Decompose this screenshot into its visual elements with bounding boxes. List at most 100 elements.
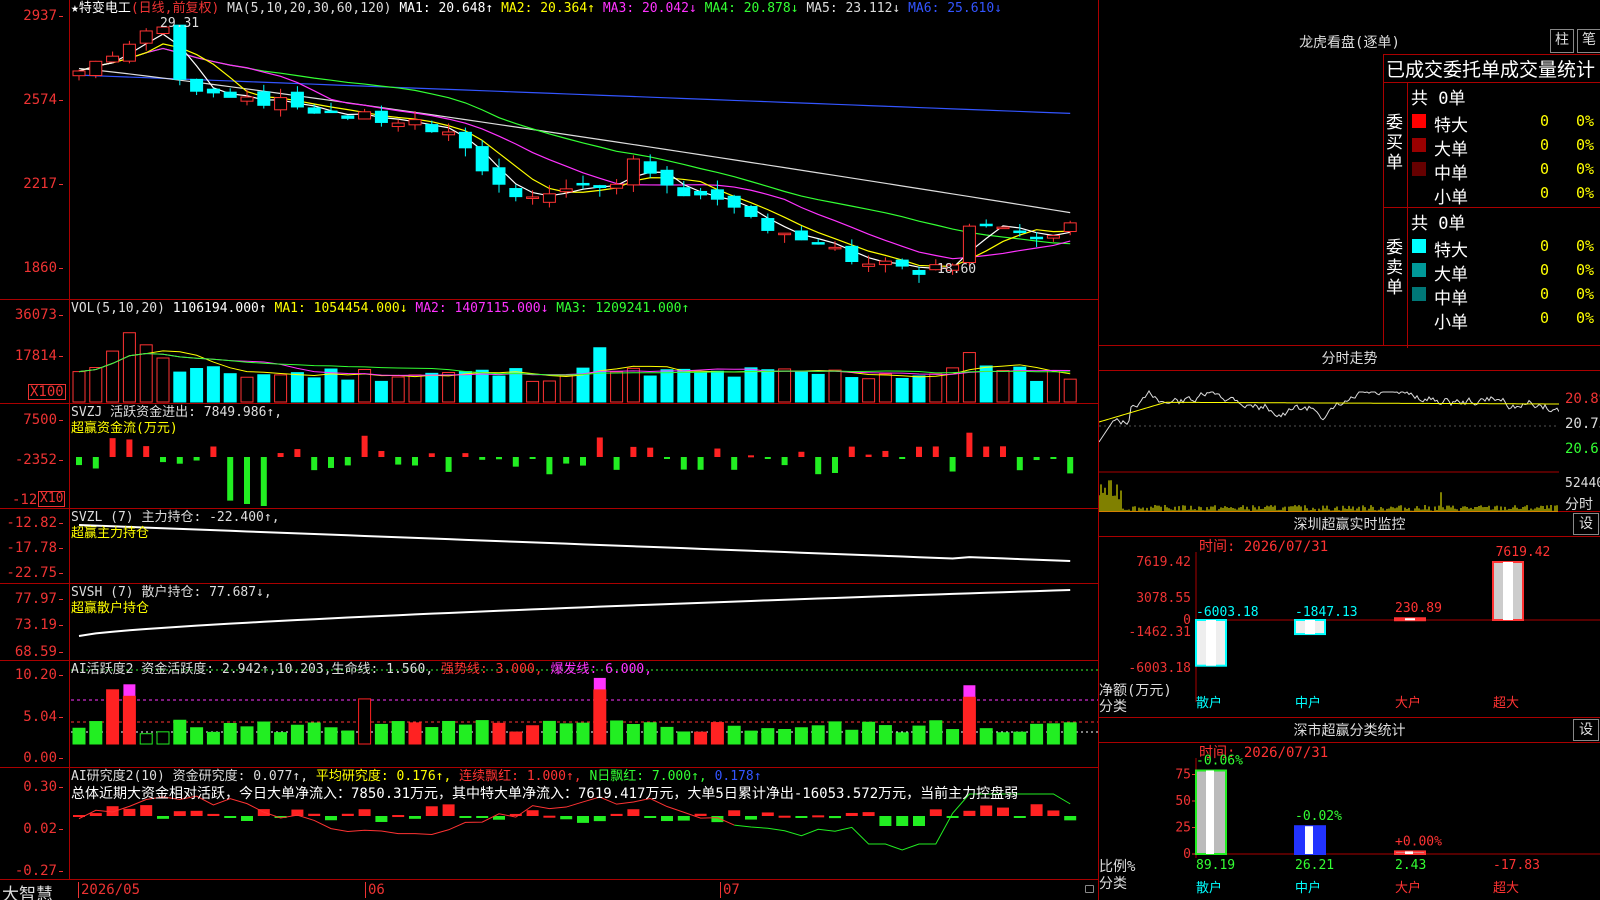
volume-pane[interactable]: 36073 17814 X100 VOL(5,10,20) 1106194.00…	[0, 300, 1098, 404]
brand-label[interactable]: 大智慧	[2, 880, 53, 900]
longhu-row-count: 0	[1540, 184, 1550, 202]
longhu-row-count: 0	[1540, 136, 1550, 154]
stock-name[interactable]: ★特变电工	[71, 1, 131, 16]
net-value-label: 230.89	[1395, 601, 1442, 616]
flow-bar	[361, 435, 368, 457]
bar-mode-button[interactable]: 柱	[1550, 29, 1574, 53]
ai-research-tick: 0.02	[23, 822, 63, 836]
ma4-value: MA4: 20.878↓	[704, 1, 799, 16]
ai-research-pane[interactable]: 0.30 0.02 -0.27 AI研究度2(10) 资金研究度: 0.077↑…	[0, 768, 1098, 880]
activity-bar	[458, 724, 472, 745]
net-bar-highlight	[1503, 562, 1513, 620]
flow-bar	[680, 457, 687, 470]
volume-bar	[223, 373, 237, 403]
activity-bar	[895, 732, 909, 745]
ai-research-plot[interactable]	[71, 768, 1098, 879]
volume-bar	[173, 371, 187, 403]
volume-bar	[694, 371, 708, 403]
tick-mode-button[interactable]: 笔	[1577, 29, 1600, 53]
activity-bar	[509, 731, 523, 745]
intraday-chart	[1099, 390, 1559, 512]
activity-bar	[274, 732, 288, 745]
volume-bar	[106, 350, 120, 403]
axis-tick: -1462.31	[1128, 625, 1191, 640]
sz-monitor-panel[interactable]: 深圳超赢实时监控 设 时间: 2026/07/31 7619.42 3078.55…	[1099, 512, 1600, 718]
research-bar	[442, 804, 455, 816]
volume-bar	[206, 366, 220, 403]
longhu-row-pct: 0%	[1576, 285, 1595, 303]
intraday-panel[interactable]: 分时走势 20.89 20.75 20.61 52440 分时	[1099, 346, 1600, 513]
net-bar-highlight	[1405, 618, 1415, 621]
volume-bar	[710, 370, 724, 403]
kline-pane[interactable]: 2937 2574 2217 1860 ★特变电工(日线,前复权) MA(5,1…	[0, 0, 1098, 300]
longhu-row-count: 0	[1540, 261, 1550, 279]
activity-bar	[962, 696, 976, 745]
candle-body	[307, 107, 321, 114]
volume-bar	[1046, 370, 1060, 403]
volume-ma1: MA1: 1054454.000↓	[274, 301, 408, 316]
flow-bar	[613, 457, 620, 470]
axis-tick: 75	[1175, 768, 1191, 783]
svzl-pane[interactable]: -12.82 -17.78 -22.75 SVZL (7) 主力持仓: -22.…	[0, 509, 1098, 584]
candle-body	[240, 96, 254, 102]
svzj-pane[interactable]: 7500 -2352 -12 X10 SVZJ 活跃资金进出: 7849.986…	[0, 404, 1098, 509]
class-change-label: -0.06%	[1196, 754, 1243, 769]
ai-activity-header: AI活跃度2 资金活跃度: 2.942↑,10.203,生命线: 1.560, …	[71, 662, 652, 677]
ai-research-header: AI研究度2(10) 资金研究度: 0.077↑, 平均研究度: 0.176↑,…	[71, 769, 762, 784]
research-bar	[845, 812, 858, 816]
candle-body	[106, 55, 120, 63]
ai-research-last: 0.178↑	[714, 769, 762, 784]
activity-bar	[626, 724, 640, 745]
flow-bar	[647, 447, 654, 457]
flow-bar	[916, 446, 922, 457]
research-bar	[493, 816, 505, 820]
axis-tick: -6003.18	[1128, 661, 1191, 676]
candle-body	[979, 223, 993, 227]
flow-bar	[92, 457, 99, 469]
candle-body	[593, 185, 607, 189]
longhu-swatch	[1412, 287, 1426, 301]
intraday-avg-line	[1099, 401, 1559, 423]
candle-body	[878, 260, 892, 266]
activity-bar	[526, 725, 540, 745]
flow-bar	[479, 457, 486, 460]
research-bar	[392, 815, 405, 818]
flow-bar	[563, 457, 570, 464]
class-value-label: 89.19	[1196, 858, 1235, 873]
intraday-volume-max: 52440	[1565, 476, 1600, 491]
flow-bar	[294, 449, 301, 457]
flow-bar	[848, 446, 855, 457]
period-label[interactable]: (日线,前复权)	[131, 1, 219, 16]
sz-class-panel[interactable]: 深市超赢分类统计 设 时间: 2026/07/31 75 50 25 0 -0.06% 8…	[1099, 718, 1600, 900]
svsh-pane[interactable]: 77.97 73.19 68.59 SVSH (7) 散户持仓: 77.687↓…	[0, 584, 1098, 661]
lock-icon[interactable]	[1085, 885, 1094, 893]
candle-body	[1063, 222, 1077, 233]
flow-bar	[428, 453, 435, 457]
research-bar	[862, 812, 875, 816]
activity-bar	[475, 720, 489, 745]
volume-bar	[374, 380, 388, 403]
candle-body	[610, 183, 624, 189]
activity-bar	[1013, 731, 1027, 745]
kline-plot[interactable]	[71, 0, 1098, 299]
flow-bar	[496, 457, 502, 460]
sell-section: 委卖单 共 0单 特大 0 0% 大单 0 0% 中单 0 0% 小单 0 0%	[1384, 207, 1600, 348]
burst-marker	[593, 677, 606, 690]
activity-bar	[862, 721, 876, 745]
ai-research-tick: -0.27	[15, 864, 63, 878]
buy-section: 委买单 共 0单 特大 0 0% 大单 0 0% 中单 0 0% 小单 0 0%	[1384, 82, 1600, 208]
intraday-price-tick: 20.61	[1565, 442, 1600, 456]
main-position-line	[78, 524, 1071, 562]
research-bar	[1047, 810, 1060, 816]
ma-params: MA(5,10,20,30,60,120)	[227, 1, 392, 16]
volume-bar	[626, 367, 640, 403]
flow-bar	[328, 457, 334, 468]
candle-body	[1030, 236, 1044, 240]
svzj-label: SVZJ 活跃资金进出: 7849.986↑,	[71, 405, 283, 420]
research-bar	[358, 809, 371, 816]
longhu-swatch	[1412, 186, 1426, 200]
activity-bar	[761, 728, 775, 745]
svzl-tick: -17.78	[6, 541, 63, 555]
volume-label: VOL(5,10,20)	[71, 301, 165, 316]
ai-activity-pane[interactable]: 10.20 5.04 0.00 AI活跃度2 资金活跃度: 2.942↑,10.…	[0, 661, 1098, 768]
